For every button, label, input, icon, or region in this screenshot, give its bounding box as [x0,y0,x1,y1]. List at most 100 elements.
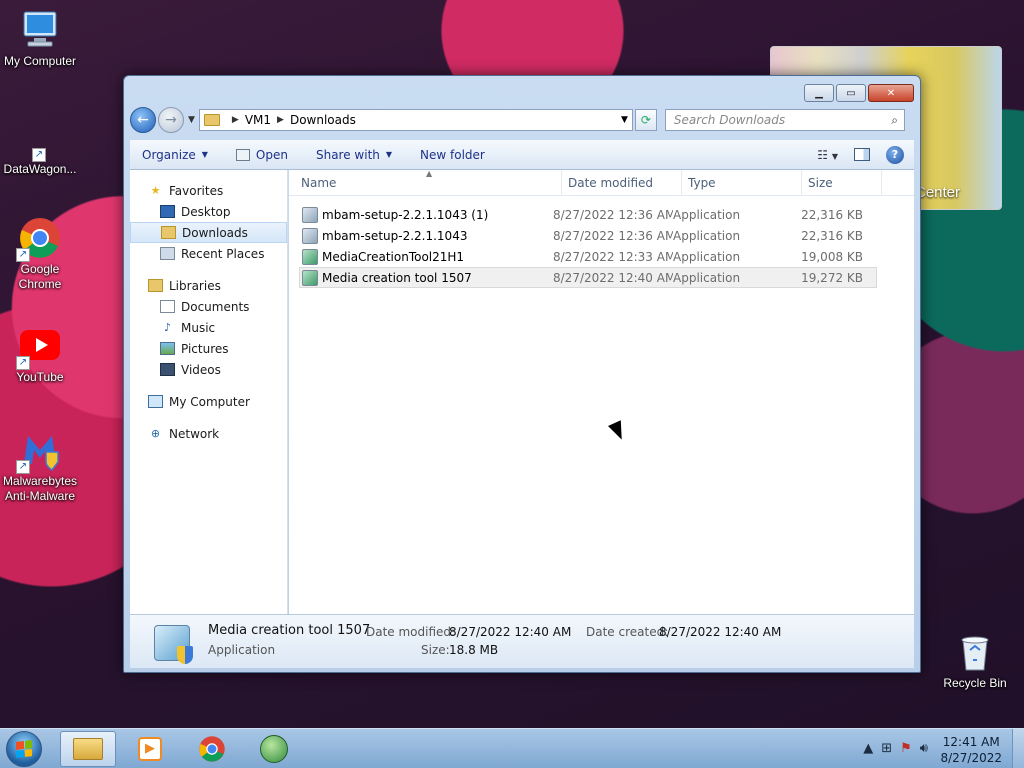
network-tray-icon[interactable]: ⊞ [881,741,892,756]
file-size: 19,008 KB [801,249,863,264]
desktop-icon-label: My Computer [3,54,77,68]
nav-videos[interactable]: Videos [130,359,287,380]
nav-desktop[interactable]: Desktop [130,201,287,222]
nav-pictures-label: Pictures [181,341,229,356]
close-icon: ✕ [886,87,896,99]
recent-pages-dropdown[interactable]: ▼ [188,115,195,125]
search-icon[interactable]: ⌕ [891,113,898,128]
new-folder-button[interactable]: New folder [420,148,485,162]
nav-recent-places[interactable]: Recent Places [130,243,287,264]
show-desktop-button[interactable] [1012,729,1024,768]
forward-button[interactable]: → [158,107,184,133]
details-date-created: 8/27/2022 12:40 AM [659,625,782,639]
breadcrumb-vm1[interactable]: VM1 [245,113,271,127]
column-header-date-modified[interactable]: Date modified [562,169,682,196]
desktop-icon-google-chrome[interactable]: ↗ Google Chrome [0,216,80,292]
details-date-created-label: Date created: [586,625,669,639]
chevron-down-icon: ▼ [831,151,838,161]
file-row[interactable]: mbam-setup-2.2.1.1043 (1) 8/27/2022 12:3… [299,204,877,225]
volume-icon[interactable]: 🔊︎ [920,741,928,756]
nav-downloads[interactable]: Downloads [130,222,287,243]
column-header-size[interactable]: Size [802,169,882,196]
recycle-bin-icon [953,630,997,674]
file-size: 22,316 KB [801,228,863,243]
nav-recent-places-label: Recent Places [181,246,265,261]
close-button[interactable]: ✕ [868,84,914,102]
nav-pictures[interactable]: Pictures [130,338,287,359]
details-size: 18.8 MB [449,643,499,657]
file-row-selected[interactable]: Media creation tool 1507 8/27/2022 12:40… [299,267,877,288]
details-size-label: Size: [421,643,450,657]
open-label: Open [255,147,288,162]
file-row[interactable]: mbam-setup-2.2.1.1043 8/27/2022 12:36 AM… [299,225,877,246]
nav-music[interactable]: ♪ Music [130,317,287,338]
details-file-type: Application [208,643,276,657]
start-button[interactable] [6,731,42,767]
breadcrumb-downloads[interactable]: Downloads [290,113,356,127]
file-list[interactable]: ▲ Name Date modified Type Size mbam-setu… [289,169,914,614]
breadcrumb-separator-icon[interactable]: ▶ [232,115,239,125]
help-icon[interactable]: ? [886,145,904,164]
nav-downloads-label: Downloads [182,225,248,240]
nav-network[interactable]: ⊕ Network [130,423,287,444]
explorer-window[interactable]: ▁ ▭ ✕ ← → ▼ ▶ VM1 ▶ Downloads ▼ ⟳ Search… [123,75,921,673]
action-center-icon[interactable]: ⚑ [900,741,912,756]
desktop-icon-label: Google Chrome [18,262,62,291]
desktop-icon-datawagon[interactable]: ↗ DataWagon... [0,136,80,177]
taskbar-media-player-button[interactable]: ▶ [122,731,178,767]
column-header-type[interactable]: Type [682,169,802,196]
shortcut-icon: ↗ [18,136,62,162]
shortcut-arrow-icon: ↗ [16,460,30,474]
file-date: 8/27/2022 12:36 AM [553,207,673,222]
organize-button[interactable]: Organize ▼ [142,148,208,162]
refresh-button[interactable]: ⟳ [634,109,657,131]
address-bar[interactable]: ▶ VM1 ▶ Downloads ▼ [198,109,633,131]
search-input[interactable]: Search Downloads ⌕ [664,109,905,131]
taskbar-explorer-button[interactable] [60,731,116,767]
refresh-icon: ⟳ [640,113,651,127]
desktop-icon [160,205,175,218]
desktop-icon-youtube[interactable]: ↗ YouTube [0,324,80,385]
title-bar[interactable]: ▁ ▭ ✕ [124,76,920,104]
file-type: Application [673,249,741,264]
taskbar-chrome-button[interactable] [184,731,240,767]
back-button[interactable]: ← [130,107,156,133]
minimize-button[interactable]: ▁ [804,84,834,102]
installer-icon [302,227,318,244]
show-hidden-icons-icon[interactable]: ▲ [863,741,873,756]
installer-icon [302,206,318,223]
videos-icon [160,363,175,376]
windows-orb-icon [260,735,288,763]
open-button[interactable]: Open [235,147,288,162]
nav-documents[interactable]: Documents [130,296,287,317]
file-name: mbam-setup-2.2.1.1043 [322,228,468,243]
organize-label: Organize [142,147,196,162]
computer-icon [148,395,163,408]
breadcrumb-separator-icon[interactable]: ▶ [277,115,284,125]
media-creation-tool-icon [302,269,318,286]
share-with-button[interactable]: Share with ▼ [316,148,392,162]
taskbar-windows-update-button[interactable] [246,731,302,767]
address-dropdown-icon[interactable]: ▼ [621,115,628,125]
column-date-label: Date modified [568,175,654,190]
system-tray: ▲ ⊞ ⚑ 🔊︎ [863,741,928,756]
nav-music-label: Music [181,320,216,335]
nav-libraries[interactable]: Libraries [130,275,287,296]
documents-icon [160,300,175,313]
nav-documents-label: Documents [181,299,250,314]
command-bar: Organize ▼ Open Share with ▼ New folder … [130,140,914,170]
clock[interactable]: 12:41 AM 8/27/2022 [940,734,1002,766]
file-row[interactable]: MediaCreationTool21H1 8/27/2022 12:33 AM… [299,246,877,267]
desktop-icon-recycle-bin[interactable]: Recycle Bin [935,630,1015,691]
youtube-icon: ↗ [16,324,62,370]
view-options-button[interactable]: ☷ ▼ [817,148,838,162]
file-type: Application [673,270,741,285]
desktop-icon-label: Malwarebytes Anti-Malware [2,474,78,503]
desktop-icon-malwarebytes[interactable]: ↗ Malwarebytes Anti-Malware [0,428,80,504]
nav-libraries-label: Libraries [169,278,221,293]
desktop-icon-my-computer[interactable]: My Computer [0,8,80,69]
preview-pane-icon[interactable] [854,148,870,161]
maximize-button[interactable]: ▭ [836,84,866,102]
nav-favorites[interactable]: ★ Favorites [130,180,287,201]
nav-my-computer[interactable]: My Computer [130,391,287,412]
